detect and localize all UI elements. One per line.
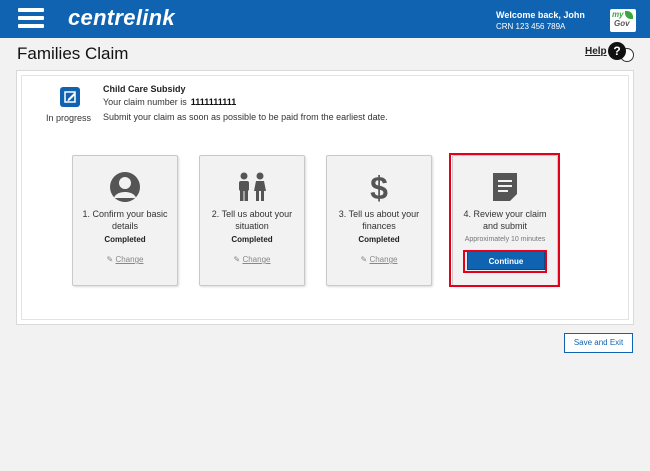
step-status: Completed [104, 235, 146, 244]
step-card-basic-details: 1. Confirm your basic details Completed … [72, 155, 178, 286]
welcome-message: Welcome back, John [496, 10, 585, 20]
page-title: Families Claim [17, 44, 129, 63]
svg-text:$: $ [370, 170, 388, 204]
claim-number-line: Your claim number is 1111111111 [103, 97, 236, 107]
step-title: 3. Tell us about your finances [338, 209, 420, 231]
mygov-leaf-icon [625, 11, 633, 19]
step-status: Completed [358, 235, 400, 244]
submit-note: Submit your claim as soon as possible to… [103, 112, 388, 122]
claim-title: Child Care Subsidy [103, 84, 186, 94]
centrelink-logo[interactable]: centrelink [68, 5, 175, 31]
claim-number: 1111111111 [190, 97, 237, 107]
top-header-bar: centrelink Welcome back, John CRN 123 45… [0, 0, 650, 38]
change-link-label[interactable]: Change [115, 255, 143, 264]
claim-number-label: Your claim number is [103, 97, 187, 107]
step-status: Completed [231, 235, 273, 244]
step-card-finances: $ 3. Tell us about your finances Complet… [326, 155, 432, 286]
change-link-label[interactable]: Change [369, 255, 397, 264]
family-icon [200, 170, 304, 204]
mygov-logo[interactable]: my Gov [610, 9, 636, 32]
claim-status-text: In progress [46, 113, 92, 123]
step-title: 1. Confirm your basic details [82, 209, 168, 231]
dollar-icon: $ [327, 170, 431, 204]
crn-number: CRN 123 456 789A [496, 22, 566, 31]
change-link[interactable]: ✎ Change [327, 255, 431, 264]
highlight-button-box [463, 250, 547, 273]
step-card-situation: 2. Tell us about your situation Complete… [199, 155, 305, 286]
change-link[interactable]: ✎ Change [200, 255, 304, 264]
edit-status-icon [60, 87, 80, 107]
mygov-logo-my: my [612, 10, 624, 19]
person-icon [73, 170, 177, 204]
change-link[interactable]: ✎ Change [73, 255, 177, 264]
help-icon[interactable]: ? [608, 42, 626, 60]
change-link-label[interactable]: Change [242, 255, 270, 264]
step-title: 2. Tell us about your situation [211, 209, 293, 231]
mygov-logo-gov: Gov [614, 19, 630, 28]
save-and-exit-button[interactable]: Save and Exit [564, 333, 633, 353]
hamburger-menu-icon[interactable] [18, 8, 44, 30]
help-link[interactable]: Help [585, 46, 607, 57]
